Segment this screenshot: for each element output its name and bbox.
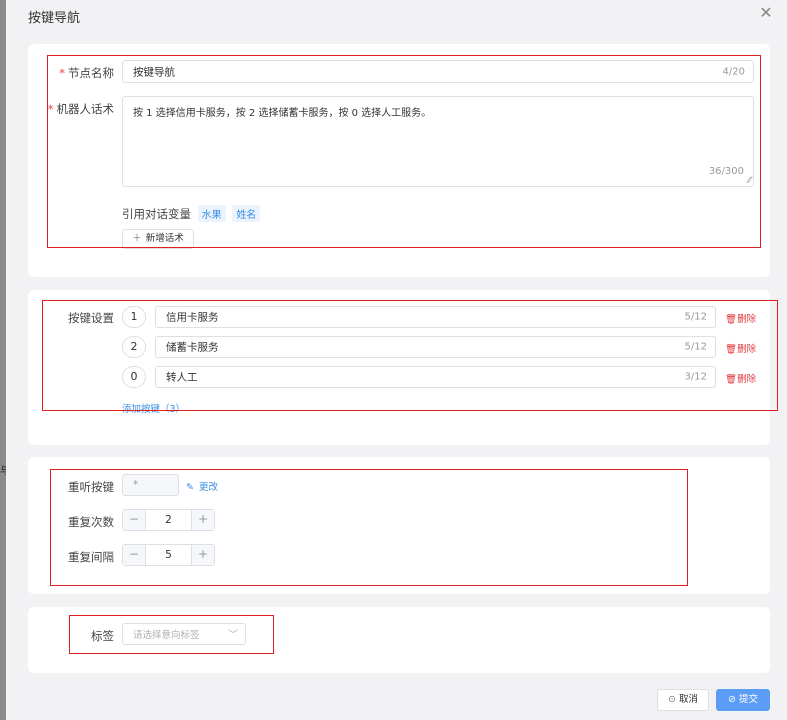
increment-button[interactable]: + [191, 545, 214, 565]
node-name-count: 4/20 [722, 66, 745, 77]
key-number-2[interactable]: 2 [122, 336, 146, 358]
delete-key-button-1[interactable]: 🗑删除 [725, 311, 756, 325]
key-option-input-2[interactable]: 储蓄卡服务 5/12 [155, 336, 716, 358]
dialog-title: 按键导航 [28, 11, 81, 26]
relisten-key-label: 重听按键 [68, 480, 114, 494]
robot-script-value: 按 1 选择信用卡服务，按 2 选择储蓄卡服务，按 0 选择人工服务。 [133, 108, 432, 119]
cancel-circle-icon: ⊙ [668, 694, 676, 705]
repeat-times-stepper[interactable]: − 2 + [122, 509, 215, 531]
trash-icon: 🗑 [725, 344, 738, 355]
repeat-interval-label: 重复间隔 [68, 550, 114, 564]
resize-handle-icon[interactable]: ⁄⁄ [748, 176, 751, 186]
node-name-label: * 节点名称 [59, 66, 114, 80]
dialogue-variables: 引用对话变量 水果 姓名 [122, 205, 261, 222]
trash-icon: 🗑 [725, 374, 738, 385]
chevron-down-icon: ﹀ [228, 630, 238, 641]
repeat-interval-stepper[interactable]: − 5 + [122, 544, 215, 566]
key-navigation-dialog: 按键导航 ✕ * 节点名称 按键导航 4/20 * 机器人话术 按 1 选择信用卡服… [6, 0, 787, 720]
check-circle-icon: ⊘ [728, 694, 736, 705]
key-option-input-0[interactable]: 转人工 3/12 [155, 366, 716, 388]
robot-script-count: 36/300 [708, 166, 744, 177]
increment-button[interactable]: + [191, 510, 214, 530]
trash-icon: 🗑 [725, 314, 738, 325]
plus-icon: ＋ [132, 233, 142, 244]
node-name-input[interactable]: 按键导航 4/20 [122, 60, 754, 83]
cancel-button[interactable]: ⊙ 取消 [657, 689, 709, 711]
delete-key-button-0[interactable]: 🗑删除 [725, 371, 756, 385]
repeat-times-label: 重复次数 [68, 515, 114, 529]
key-settings-label: 按键设置 [68, 311, 114, 325]
key-option-input-1[interactable]: 信用卡服务 5/12 [155, 306, 716, 328]
relisten-key-input: * [122, 474, 179, 496]
add-script-button[interactable]: ＋新增话术 [122, 229, 194, 249]
decrement-button[interactable]: − [123, 510, 146, 530]
edit-icon: ✎ [186, 482, 194, 493]
variable-tag-fruit[interactable]: 水果 [197, 205, 226, 222]
node-name-value: 按键导航 [133, 66, 175, 78]
variable-tag-name[interactable]: 姓名 [232, 205, 261, 222]
dialogue-variables-label: 引用对话变量 [122, 207, 191, 221]
key-number-1[interactable]: 1 [122, 306, 146, 328]
tags-select[interactable]: 请选择意向标签 ﹀ [122, 623, 246, 645]
add-key-link[interactable]: 添加按键（3） [122, 401, 185, 415]
change-relisten-link[interactable]: ✎ 更改 [186, 479, 218, 493]
tags-label: 标签 [91, 629, 114, 643]
decrement-button[interactable]: − [123, 545, 146, 565]
robot-script-textarea[interactable]: 按 1 选择信用卡服务，按 2 选择储蓄卡服务，按 0 选择人工服务。 36/3… [122, 96, 754, 187]
robot-script-label: * 机器人话术 [47, 102, 114, 116]
delete-key-button-2[interactable]: 🗑删除 [725, 341, 756, 355]
submit-button[interactable]: ⊘ 提交 [716, 689, 770, 711]
close-icon[interactable]: ✕ [758, 5, 774, 21]
key-number-0[interactable]: 0 [122, 366, 146, 388]
